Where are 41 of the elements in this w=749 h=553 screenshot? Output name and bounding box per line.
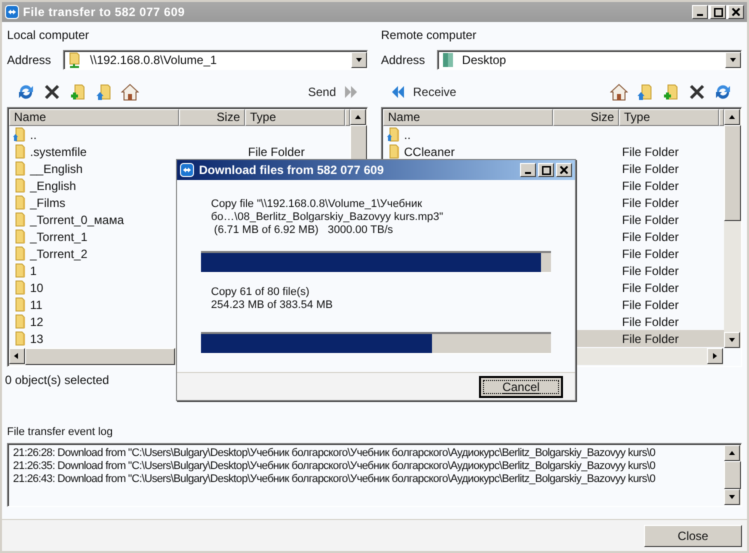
file-name: __English <box>30 160 83 178</box>
log-entry: 21:26:35: Download from "C:\Users\Bulgary\Desktop\Учебник болгарского\Учебник болгарского\Аудиокурс\Berlitz_Bolgarskiy_Bazovyy kurs\0 <box>13 460 656 473</box>
window-title: File transfer to 582 077 609 <box>23 4 185 21</box>
file-type: File Folder <box>622 178 679 192</box>
file-type: File Folder <box>622 298 679 312</box>
log-entry: 21:26:43: Download from "C:\Users\Bulgary\Desktop\Учебник болгарского\Учебник болгарского\Аудиокурс\Berlitz_Bolgarskiy_Bazovyy kurs\0 <box>13 473 656 486</box>
panel-label: Local computer <box>7 27 90 44</box>
total-copy-text: Copy 61 of 80 file(s) <box>211 286 310 299</box>
file-copy-text: (6.71 MB of 6.92 MB) 3000.00 TB/s <box>213 224 393 237</box>
file-type: File Folder <box>248 144 305 158</box>
file-name: .. <box>30 126 37 144</box>
total-copy-text: 254.23 MB of 383.54 MB <box>211 299 333 312</box>
file-type: File Folder <box>622 314 679 328</box>
panel-label: Remote computer <box>381 27 476 44</box>
address-label: Address <box>7 52 52 69</box>
file-type: File Folder <box>622 246 679 260</box>
file-name: 13 <box>30 330 44 348</box>
address-label: Address <box>381 52 426 69</box>
file-name: .. <box>404 126 411 144</box>
file-type: File Folder <box>622 332 679 346</box>
file-name: 10 <box>30 280 44 296</box>
file-type: File Folder <box>622 264 679 278</box>
event-log-label: File transfer event log <box>7 425 113 439</box>
file-copy-text: Copy file "\\192.168.0.8\Volume_1\Учебник <box>211 198 422 211</box>
file-type: File Folder <box>622 162 679 176</box>
selection-status: 0 object(s) selected <box>5 372 110 389</box>
file-type: File Folder <box>622 280 679 294</box>
file-copy-text: бо…\08_Berlitz_Bolgarskiy_Bazovyy kurs.mp3" <box>211 211 444 224</box>
file-name: _Torrent_2 <box>30 246 88 262</box>
file-type: File Folder <box>622 144 679 158</box>
file-name: 11 <box>30 296 42 314</box>
file-name: CCleaner <box>404 144 455 160</box>
file-name: _English <box>30 178 76 194</box>
log-entry: 21:26:28: Download from "C:\Users\Bulgary\Desktop\Учебник болгарского\Учебник болгарского\Аудиокурс\Berlitz_Bolgarskiy_Bazovyy kurs\0 <box>13 447 656 460</box>
file-name: 12 <box>30 314 44 330</box>
dialog-title: Download files from 582 077 609 <box>199 162 384 179</box>
file-name: _Torrent_1 <box>30 228 88 246</box>
file-name: .systemfile <box>30 144 87 160</box>
file-name: _Torrent_0_мама <box>30 212 124 228</box>
file-name: _Films <box>30 194 66 212</box>
file-name: 1 <box>30 262 37 280</box>
